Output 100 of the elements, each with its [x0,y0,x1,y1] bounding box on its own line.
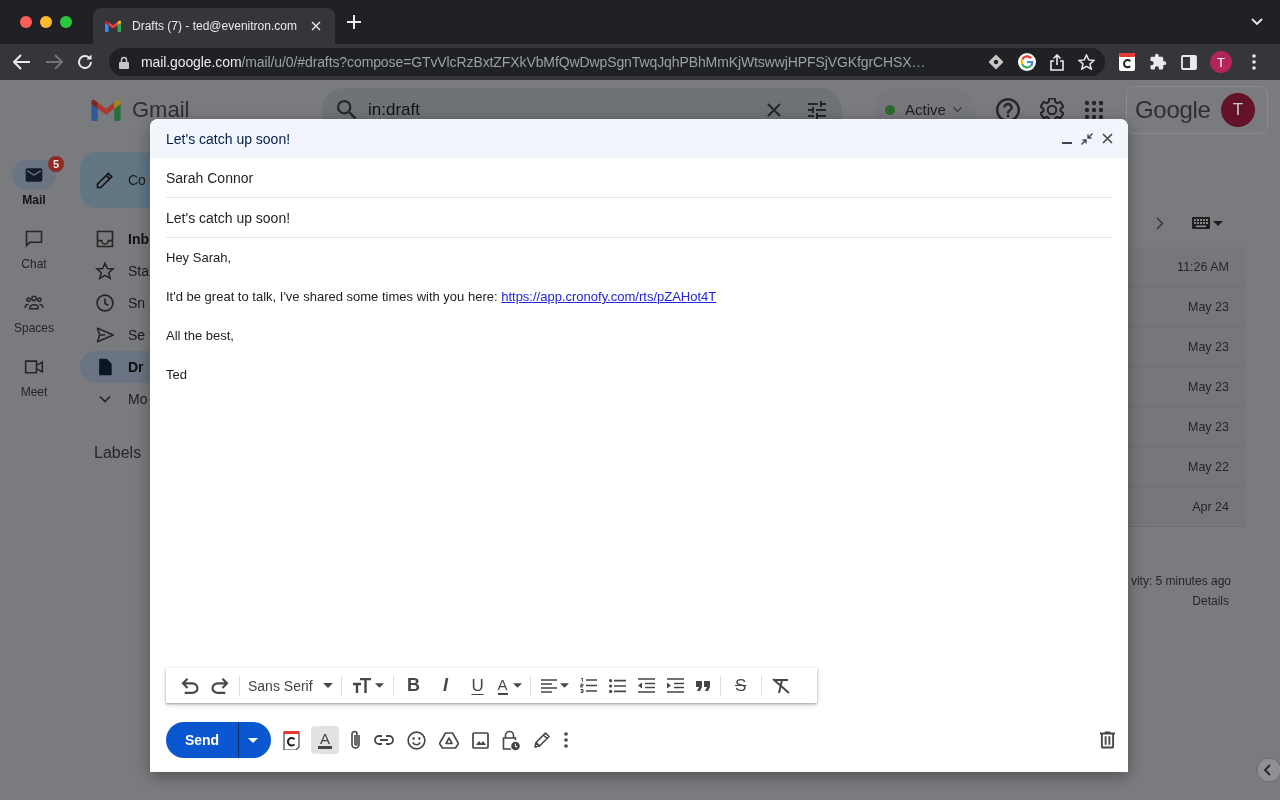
caret-icon[interactable] [374,683,384,688]
sidebar-icon[interactable] [1181,54,1197,70]
section-heading: Labels [94,443,142,463]
rail-item[interactable]: Chat [0,216,68,280]
clear-search-icon[interactable] [767,102,781,117]
compose-title: Let's catch up soon! [166,130,292,147]
lock-icon[interactable] [119,55,129,69]
status-button[interactable]: Active [874,88,976,119]
indent-more-icon[interactable] [666,678,684,693]
message-row[interactable]: Apr 24 [1128,487,1245,527]
trash-icon[interactable] [1100,731,1115,749]
nav-item[interactable]: Se [80,319,150,351]
chevron-down-icon[interactable] [1251,18,1263,26]
star-icon [95,261,115,281]
share-icon[interactable] [1050,53,1064,71]
drive-triangle-icon[interactable] [439,731,459,749]
link-icon[interactable] [374,735,394,745]
body-paragraph: Hey Sarah, [166,249,233,267]
back-arrow-icon[interactable] [13,54,31,70]
apps-grid-icon[interactable] [1084,100,1104,120]
pen-icon[interactable] [533,731,551,749]
nav-item[interactable]: Dr [80,351,150,383]
c-logo-icon[interactable] [1119,53,1135,71]
link[interactable]: https://app.cronofy.com/rts/pZAHot4T [501,289,717,304]
compose-button[interactable]: Co [80,152,150,208]
browser-tab[interactable]: Drafts (7) - ted@evenitron.com [93,8,335,44]
paperclip-icon[interactable] [350,730,361,750]
numbered-list-icon[interactable] [579,678,597,693]
close-window-icon[interactable] [20,16,32,28]
underline-button[interactable]: U [463,671,492,700]
nav-item[interactable]: Inb [80,223,150,255]
clock-icon [95,293,115,313]
message-row[interactable]: May 23 [1128,327,1245,367]
font-select[interactable]: Sans Serif [244,671,337,700]
send-options-button[interactable] [238,722,271,758]
details-link[interactable]: Details [1192,593,1229,609]
message-row[interactable]: 11:26 AM [1128,247,1245,287]
image-icon[interactable] [472,731,489,749]
profile-avatar[interactable]: T [1210,51,1232,73]
more-vertical-icon[interactable] [1252,54,1256,70]
filter-sliders-icon[interactable] [808,100,826,119]
nav-item[interactable]: Sn [80,287,150,319]
minimize-icon[interactable] [1062,141,1072,144]
nav-item[interactable]: Mo [80,383,150,415]
indent-less-icon[interactable] [637,678,655,693]
exit-fullscreen-icon[interactable] [1081,132,1093,145]
address-bar[interactable]: mail.google.com/mail/u/0/#drafts?compose=GTvVlcRzBxtZFXkVbMfQwDwpSgnTwqJqhPBhMmKjWtswwjHPFSjVGKfgrCHSX… [109,48,1105,76]
message-row[interactable]: May 22 [1128,447,1245,487]
plus-icon[interactable] [347,15,361,29]
chevron-left-icon[interactable] [1256,757,1280,783]
g-logo-icon[interactable] [1018,53,1036,71]
message-row[interactable]: May 23 [1128,407,1245,447]
close-tab-icon[interactable] [311,21,321,31]
caret-icon[interactable] [559,683,569,688]
search-field[interactable]: in:draft [322,88,842,119]
account-avatar[interactable]: T [1221,93,1255,127]
rail-item[interactable]: Spaces [0,280,68,344]
clear-formatting-icon[interactable] [771,677,790,694]
reload-icon[interactable] [77,54,93,70]
lock-clock-icon[interactable] [502,729,520,751]
settings-icon[interactable] [1040,98,1064,122]
m-logo-icon[interactable] [91,99,121,121]
text-size-icon[interactable] [351,678,372,693]
message-row[interactable]: May 23 [1128,287,1245,327]
puzzle-icon[interactable] [1149,53,1167,71]
subject-field[interactable]: Let's catch up soon! [166,198,1112,238]
text-color-button[interactable]: A [495,671,524,700]
diamond-icon[interactable] [988,54,1004,70]
message-body-field[interactable]: Hey Sarah, It'd be great to talk, I've shared some times with you here: https://app.cronofy.com/rts/pZAHot4T All the best, Ted [150,238,1128,668]
bulleted-list-icon[interactable] [608,678,626,693]
paper-plane-icon [95,325,115,345]
message-row[interactable]: May 23 [1128,367,1245,407]
star-icon[interactable] [1078,54,1095,70]
c-logo-icon[interactable] [283,730,300,750]
more-vertical-icon[interactable] [564,732,568,748]
recipient-field[interactable]: Sarah Connor [166,158,1112,198]
undo-icon[interactable] [181,677,199,694]
close-icon[interactable] [1102,133,1113,144]
rail-item[interactable]: Meet [0,344,68,408]
redo-icon[interactable] [211,677,229,694]
bold-button[interactable]: B [399,671,428,700]
account-box[interactable]: Google T [1126,86,1268,134]
minimize-window-icon[interactable] [40,16,52,28]
send-button[interactable]: Send [166,722,238,758]
wordmark-text: Google [1135,96,1211,124]
italic-button[interactable]: I [431,671,460,700]
search-icon[interactable] [337,99,357,120]
emoji-icon[interactable] [407,730,426,750]
formatting-options-button[interactable]: A [311,726,339,754]
caret-icon [248,737,258,743]
nav-item[interactable]: Sta [80,255,150,287]
strikethrough-button[interactable]: S [726,671,755,700]
zoom-window-icon[interactable] [60,16,72,28]
keyboard-icon[interactable] [1192,217,1210,229]
caret-icon [322,683,333,688]
chevron-right-icon[interactable] [1156,216,1164,230]
align-left-icon[interactable] [540,678,557,693]
rail-item[interactable]: 5 Mail [0,152,68,216]
caret-icon[interactable] [1213,220,1223,226]
quote-icon[interactable] [695,680,710,691]
